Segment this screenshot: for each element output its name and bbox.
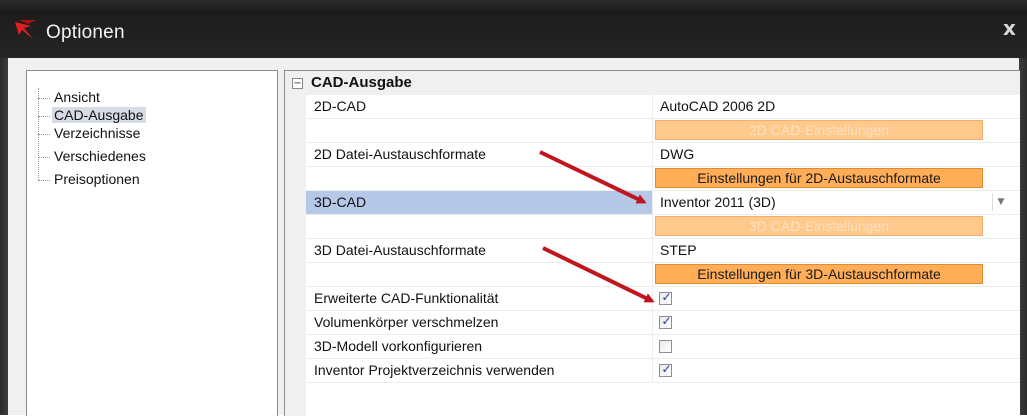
category-label: CAD-Ausgabe xyxy=(311,74,412,91)
category-header[interactable]: − CAD-Ausgabe xyxy=(285,71,1020,95)
window-title: Optionen xyxy=(46,22,125,43)
collapse-icon[interactable]: − xyxy=(292,78,303,89)
preconfigure-3d-checkbox[interactable] xyxy=(659,340,672,353)
row-inventor-project[interactable]: Inventor Projektverzeichnis verwenden ✓ xyxy=(306,359,1020,383)
3d-exchange-settings-button[interactable]: Einstellungen für 3D-Austauschformate xyxy=(655,264,983,284)
row-2d-cad[interactable]: 2D-CAD AutoCAD 2006 2D xyxy=(306,95,1020,119)
row-3d-cad[interactable]: 3D-CAD Inventor 2011 (3D) ▼ xyxy=(306,191,1020,215)
tree-item-cad-ausgabe[interactable]: CAD-Ausgabe xyxy=(38,106,146,124)
tree-item-label: CAD-Ausgabe xyxy=(52,107,146,123)
tree-item-verschiedenes[interactable]: Verschiedenes xyxy=(38,147,148,165)
tree-item-verzeichnisse[interactable]: Verzeichnisse xyxy=(38,124,142,142)
property-label: 2D Datei-Austauschformate xyxy=(314,146,486,162)
property-label: Erweiterte CAD-Funktionalität xyxy=(314,290,499,306)
property-value[interactable]: DWG xyxy=(660,146,694,162)
3d-cad-select[interactable]: Inventor 2011 (3D) xyxy=(660,194,776,210)
row-3d-exchange-settings: Einstellungen für 3D-Austauschformate xyxy=(306,263,1020,287)
merge-solids-checkbox[interactable]: ✓ xyxy=(659,314,672,329)
close-icon[interactable]: x xyxy=(1003,16,1016,40)
tree-item-preisoptionen[interactable]: Preisoptionen xyxy=(38,170,142,188)
tree-item-label: Preisoptionen xyxy=(54,171,140,187)
row-3d-exchange-formats[interactable]: 3D Datei-Austauschformate STEP xyxy=(306,239,1020,263)
check-icon: ✓ xyxy=(661,314,672,328)
row-2d-exchange-settings: Einstellungen für 2D-Austauschformate xyxy=(306,167,1020,191)
tree-item-ansicht[interactable]: Ansicht xyxy=(38,88,102,106)
row-2d-exchange-formats[interactable]: 2D Datei-Austauschformate DWG xyxy=(306,143,1020,167)
inventor-project-checkbox[interactable]: ✓ xyxy=(659,362,672,377)
tree-item-label: Verzeichnisse xyxy=(54,125,141,141)
property-label: 3D-CAD xyxy=(314,194,367,210)
2d-cad-settings-button[interactable]: 2D CAD-Einstellungen xyxy=(655,120,983,140)
property-label: Volumenkörper verschmelzen xyxy=(314,314,499,330)
check-icon: ✓ xyxy=(661,290,672,304)
row-preconfigure-3d[interactable]: 3D-Modell vorkonfigurieren xyxy=(306,335,1020,359)
property-value[interactable]: STEP xyxy=(660,242,697,258)
row-merge-solids[interactable]: Volumenkörper verschmelzen ✓ xyxy=(306,311,1020,335)
window-title-bar[interactable]: Optionen x xyxy=(0,0,1027,58)
property-grid: − CAD-Ausgabe 2D-CAD AutoCAD 2006 2D 2D … xyxy=(284,70,1020,416)
row-3d-settings: 3D CAD-Einstellungen xyxy=(306,215,1020,239)
property-value[interactable]: AutoCAD 2006 2D xyxy=(660,98,775,114)
window-frame-right xyxy=(1019,58,1027,415)
row-2d-settings: 2D CAD-Einstellungen xyxy=(306,119,1020,143)
3d-cad-settings-button[interactable]: 3D CAD-Einstellungen xyxy=(655,216,983,236)
tree-item-label: Verschiedenes xyxy=(54,148,146,164)
property-label: 3D-Modell vorkonfigurieren xyxy=(314,338,483,354)
property-label: Inventor Projektverzeichnis verwenden xyxy=(314,362,555,378)
property-label: 2D-CAD xyxy=(314,98,367,114)
chevron-down-icon[interactable]: ▼ xyxy=(992,194,1009,211)
extended-cad-checkbox[interactable]: ✓ xyxy=(659,290,672,305)
window-frame-left xyxy=(0,58,8,415)
2d-exchange-settings-button[interactable]: Einstellungen für 2D-Austauschformate xyxy=(655,168,983,188)
row-extended-cad[interactable]: Erweiterte CAD-Funktionalität ✓ xyxy=(306,287,1020,311)
grid-gutter xyxy=(285,95,306,416)
property-label: 3D Datei-Austauschformate xyxy=(314,242,486,258)
tree-item-label: Ansicht xyxy=(54,89,100,105)
check-icon: ✓ xyxy=(661,362,672,376)
app-logo-icon xyxy=(15,20,36,39)
